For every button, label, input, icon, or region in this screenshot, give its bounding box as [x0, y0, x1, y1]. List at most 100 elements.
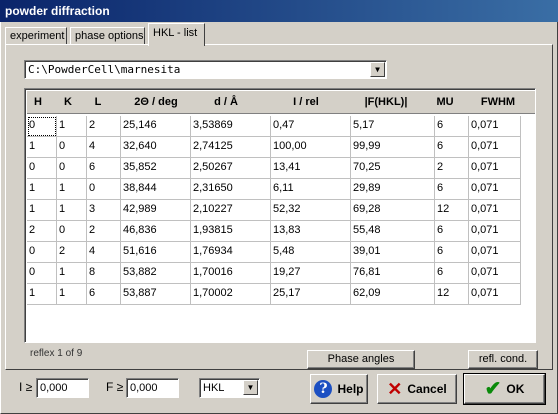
cell-fwhm[interactable]: 0,071 [469, 179, 521, 200]
ok-button[interactable]: ✔ OK [463, 373, 546, 405]
cell-l[interactable]: 0 [87, 179, 121, 200]
cell-i-rel[interactable]: 13,41 [271, 158, 351, 179]
cell-2theta[interactable]: 42,989 [121, 200, 191, 221]
cell-mu[interactable]: 12 [435, 200, 469, 221]
cell-mu[interactable]: 2 [435, 158, 469, 179]
cell-mu[interactable]: 6 [435, 137, 469, 158]
cell-d[interactable]: 2,50267 [191, 158, 271, 179]
cell-k[interactable]: 0 [57, 137, 87, 158]
cell-i-rel[interactable]: 52,32 [271, 200, 351, 221]
tab-phase-options[interactable]: phase options [70, 27, 145, 45]
cell-k[interactable]: 1 [57, 263, 87, 284]
cell-fwhm[interactable]: 0,071 [469, 158, 521, 179]
reflex-counter: reflex 1 of 9 [30, 348, 83, 359]
cell-h[interactable]: 0 [27, 116, 57, 137]
cell-d[interactable]: 2,74125 [191, 137, 271, 158]
ok-button-label: OK [506, 382, 525, 396]
cell-d[interactable]: 2,10227 [191, 200, 271, 221]
refl-cond-button[interactable]: refl. cond. [468, 350, 538, 369]
cell-mu[interactable]: 6 [435, 179, 469, 200]
cell-l[interactable]: 2 [87, 116, 121, 137]
phase-angles-button[interactable]: Phase angles [307, 350, 415, 369]
cell-2theta[interactable]: 53,887 [121, 284, 191, 305]
chevron-down-icon[interactable]: ▼ [243, 380, 258, 395]
cell-f-hkl[interactable]: 62,09 [351, 284, 435, 305]
cell-h[interactable]: 0 [27, 242, 57, 263]
cell-d[interactable]: 1,76934 [191, 242, 271, 263]
cell-fwhm[interactable]: 0,071 [469, 242, 521, 263]
cell-l[interactable]: 6 [87, 158, 121, 179]
help-button[interactable]: ? Help [310, 374, 368, 404]
cell-fwhm[interactable]: 0,071 [469, 221, 521, 242]
cell-k[interactable]: 1 [57, 284, 87, 305]
cell-l[interactable]: 6 [87, 284, 121, 305]
cell-k[interactable]: 0 [57, 221, 87, 242]
cell-k[interactable]: 1 [57, 179, 87, 200]
cell-k[interactable]: 0 [57, 158, 87, 179]
cell-d[interactable]: 3,53869 [191, 116, 271, 137]
cell-h[interactable]: 1 [27, 179, 57, 200]
tab-hkl-list[interactable]: HKL - list [148, 23, 205, 46]
cell-l[interactable]: 2 [87, 221, 121, 242]
cell-2theta[interactable]: 53,882 [121, 263, 191, 284]
cell-h[interactable]: 1 [27, 284, 57, 305]
cell-i-rel[interactable]: 19,27 [271, 263, 351, 284]
cell-f-hkl[interactable]: 69,28 [351, 200, 435, 221]
cell-2theta[interactable]: 38,844 [121, 179, 191, 200]
cell-l[interactable]: 4 [87, 242, 121, 263]
cell-fwhm[interactable]: 0,071 [469, 284, 521, 305]
cell-i-rel[interactable]: 100,00 [271, 137, 351, 158]
cell-2theta[interactable]: 25,146 [121, 116, 191, 137]
cell-f-hkl[interactable]: 99,99 [351, 137, 435, 158]
cell-fwhm[interactable]: 0,071 [469, 200, 521, 221]
cell-mu[interactable]: 6 [435, 263, 469, 284]
cell-d[interactable]: 1,70002 [191, 284, 271, 305]
cell-h[interactable]: 0 [27, 158, 57, 179]
tab-experiment[interactable]: experiment [5, 27, 67, 45]
sort-select[interactable]: HKL ▼ [199, 378, 260, 398]
cell-f-hkl[interactable]: 5,17 [351, 116, 435, 137]
i-min-input[interactable]: 0,000 [36, 378, 89, 398]
cell-2theta[interactable]: 35,852 [121, 158, 191, 179]
cell-k[interactable]: 1 [57, 200, 87, 221]
cell-d[interactable]: 2,31650 [191, 179, 271, 200]
cell-fwhm[interactable]: 0,071 [469, 263, 521, 284]
f-min-input[interactable]: 0,000 [126, 378, 179, 398]
cell-fwhm[interactable]: 0,071 [469, 116, 521, 137]
cell-d[interactable]: 1,93815 [191, 221, 271, 242]
chevron-down-icon[interactable]: ▼ [370, 62, 385, 77]
cell-mu[interactable]: 6 [435, 242, 469, 263]
cell-2theta[interactable]: 32,640 [121, 137, 191, 158]
cell-f-hkl[interactable]: 70,25 [351, 158, 435, 179]
cell-i-rel[interactable]: 13,83 [271, 221, 351, 242]
hkl-grid[interactable]: H K L 2Θ / deg d / Å I / rel |F(HKL)| MU… [24, 88, 536, 343]
cell-2theta[interactable]: 46,836 [121, 221, 191, 242]
cell-k[interactable]: 2 [57, 242, 87, 263]
cell-h[interactable]: 1 [27, 200, 57, 221]
cell-l[interactable]: 4 [87, 137, 121, 158]
cell-i-rel[interactable]: 5,48 [271, 242, 351, 263]
cancel-button[interactable]: ✕ Cancel [377, 374, 457, 404]
cell-h[interactable]: 0 [27, 263, 57, 284]
cell-i-rel[interactable]: 6,11 [271, 179, 351, 200]
cell-mu[interactable]: 12 [435, 284, 469, 305]
cell-mu[interactable]: 6 [435, 221, 469, 242]
cell-l[interactable]: 8 [87, 263, 121, 284]
cell-fwhm[interactable]: 0,071 [469, 137, 521, 158]
cell-f-hkl[interactable]: 55,48 [351, 221, 435, 242]
cell-f-hkl[interactable]: 39,01 [351, 242, 435, 263]
cell-f-hkl[interactable]: 76,81 [351, 263, 435, 284]
cell-i-rel[interactable]: 0,47 [271, 116, 351, 137]
cell-l[interactable]: 3 [87, 200, 121, 221]
header-mu: MU [436, 96, 454, 108]
cell-h[interactable]: 1 [27, 137, 57, 158]
cell-k[interactable]: 1 [57, 116, 87, 137]
cell-d[interactable]: 1,70016 [191, 263, 271, 284]
cell-i-rel[interactable]: 25,17 [271, 284, 351, 305]
cell-h[interactable]: 2 [27, 221, 57, 242]
cell-2theta[interactable]: 51,616 [121, 242, 191, 263]
file-combo[interactable]: C:\PowderCell\marnesita ▼ [24, 60, 387, 79]
header-2theta: 2Θ / deg [134, 96, 178, 108]
cell-f-hkl[interactable]: 29,89 [351, 179, 435, 200]
cell-mu[interactable]: 6 [435, 116, 469, 137]
